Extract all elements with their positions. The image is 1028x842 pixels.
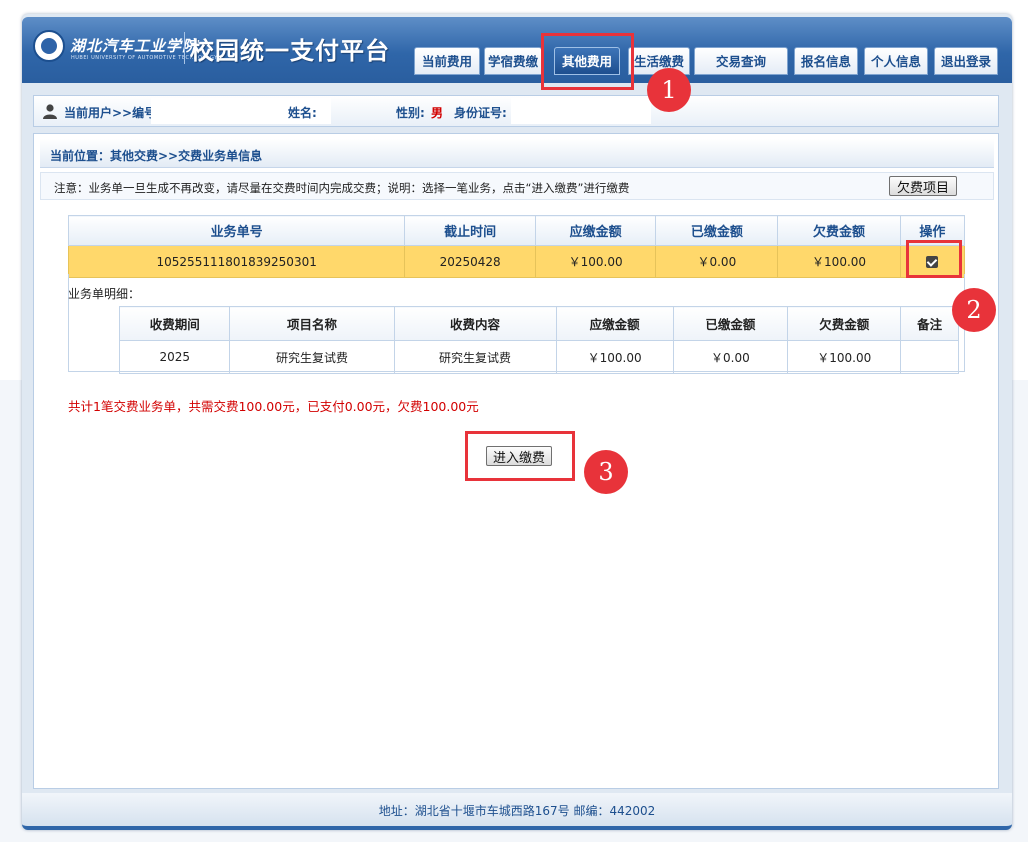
cell-detail-owed: ￥100.00 bbox=[787, 340, 902, 374]
business-order-table: 业务单号 截止时间 应缴金额 已缴金额 欠费金额 操作 105255111801… bbox=[67, 215, 966, 278]
col-amount-owed: 欠费金额 bbox=[777, 215, 901, 246]
owed-items-button[interactable]: 欠费项目 bbox=[889, 176, 957, 196]
step-badge-1: 1 bbox=[647, 68, 691, 112]
highlight-box-2 bbox=[906, 240, 962, 278]
col-remark: 备注 bbox=[900, 306, 959, 341]
tab-registration-info[interactable]: 报名信息 bbox=[794, 47, 858, 75]
cell-item-name: 研究生复试费 bbox=[229, 340, 395, 374]
name-label: 姓名: bbox=[288, 106, 317, 120]
gender-value: 男 bbox=[431, 106, 444, 120]
tab-current-fees[interactable]: 当前费用 bbox=[414, 47, 480, 75]
col-fee-period: 收费期间 bbox=[118, 306, 231, 341]
cell-amount-due: ￥100.00 bbox=[534, 245, 657, 278]
detail-header-row: 收费期间 项目名称 收费内容 应缴金额 已缴金额 欠费金额 备注 bbox=[118, 306, 959, 341]
detail-label: 业务单明细： bbox=[68, 287, 141, 301]
user-info-bar: 当前用户>>编号 姓名: 性别: 男 身份证号: bbox=[33, 95, 999, 127]
current-user-label: 当前用户>>编号 bbox=[64, 106, 157, 120]
footer: 地址：湖北省十堰市车城西路167号 邮编：442002 bbox=[22, 793, 1012, 830]
cell-amount-owed: ￥100.00 bbox=[777, 245, 901, 278]
school-name: 湖北汽车工业学院 bbox=[70, 37, 199, 55]
user-icon bbox=[43, 104, 57, 119]
step-badge-2: 2 bbox=[952, 288, 996, 332]
col-detail-paid: 已缴金额 bbox=[672, 306, 789, 341]
col-fee-content: 收费内容 bbox=[393, 306, 557, 341]
col-amount-due: 应缴金额 bbox=[534, 215, 657, 246]
cell-fee-content: 研究生复试费 bbox=[393, 340, 557, 374]
table-row: 2025 研究生复试费 研究生复试费 ￥100.00 ￥0.00 ￥100.00 bbox=[118, 340, 959, 374]
breadcrumb-text: 当前位置：其他交费>>交费业务单信息 bbox=[50, 149, 263, 163]
highlight-box-3 bbox=[465, 431, 575, 481]
table-row[interactable]: 105255111801839250301 20250428 ￥100.00 ￥… bbox=[67, 245, 966, 278]
cell-detail-paid: ￥0.00 bbox=[672, 340, 789, 374]
footer-address: 地址：湖北省十堰市车城西路167号 邮编：442002 bbox=[378, 804, 656, 818]
col-detail-due: 应缴金额 bbox=[555, 306, 674, 341]
cell-detail-due: ￥100.00 bbox=[555, 340, 674, 374]
order-detail-table: 收费期间 项目名称 收费内容 应缴金额 已缴金额 欠费金额 备注 2025 研究… bbox=[118, 306, 959, 374]
cell-remark bbox=[900, 340, 959, 374]
platform-title: 校园统一支付平台 bbox=[190, 37, 390, 65]
cell-fee-period: 2025 bbox=[118, 340, 231, 374]
id-number-label: 身份证号: bbox=[454, 106, 507, 120]
step-badge-3: 3 bbox=[584, 450, 628, 494]
notice-text: 注意：业务单一旦生成不再改变，请尽量在交费时间内完成交费；说明：选择一笔业务，点… bbox=[54, 181, 630, 195]
logo-divider bbox=[184, 32, 185, 64]
col-deadline: 截止时间 bbox=[404, 215, 536, 246]
cell-amount-paid: ￥0.00 bbox=[655, 245, 779, 278]
table-header-row: 业务单号 截止时间 应缴金额 已缴金额 欠费金额 操作 bbox=[67, 215, 966, 246]
tab-personal-info[interactable]: 个人信息 bbox=[864, 47, 928, 75]
highlight-box-1 bbox=[541, 33, 634, 90]
school-logo-icon bbox=[33, 30, 65, 62]
col-amount-paid: 已缴金额 bbox=[655, 215, 779, 246]
payment-summary: 共计1笔交费业务单，共需交费100.00元，已支付0.00元，欠费100.00元 bbox=[68, 399, 479, 414]
cell-order-number: 105255111801839250301 bbox=[67, 245, 406, 278]
col-order-number: 业务单号 bbox=[67, 215, 406, 246]
notice-bar: 注意：业务单一旦生成不再改变，请尽量在交费时间内完成交费；说明：选择一笔业务，点… bbox=[40, 172, 994, 200]
breadcrumb: 当前位置：其他交费>>交费业务单信息 bbox=[40, 139, 994, 168]
col-item-name: 项目名称 bbox=[229, 306, 395, 341]
tab-transaction-query[interactable]: 交易查询 bbox=[694, 47, 788, 75]
tab-logout[interactable]: 退出登录 bbox=[934, 47, 998, 75]
redacted-id-number bbox=[511, 98, 651, 124]
cell-deadline: 20250428 bbox=[404, 245, 536, 278]
tab-tuition-fees[interactable]: 学宿费缴 bbox=[484, 47, 542, 75]
col-detail-owed: 欠费金额 bbox=[787, 306, 902, 341]
gender-label: 性别: bbox=[396, 106, 425, 120]
